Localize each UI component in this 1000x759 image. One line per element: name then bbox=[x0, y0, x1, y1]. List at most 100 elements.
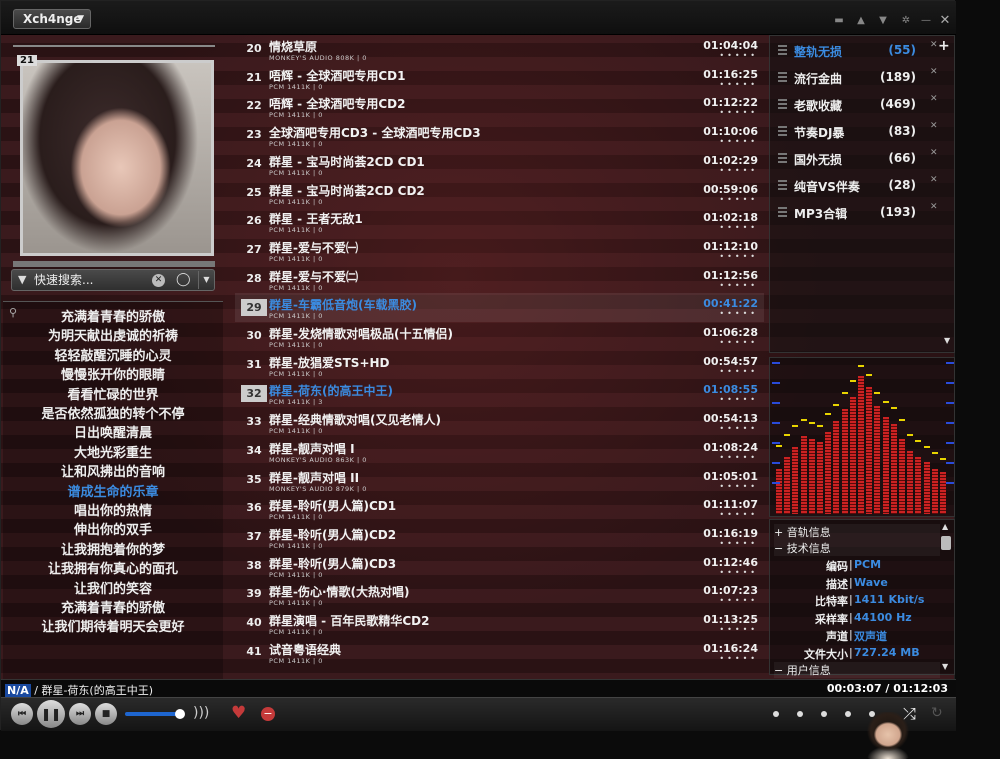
track-rating[interactable]: ••••• bbox=[719, 654, 758, 663]
table-row[interactable]: 26 群星 - 王者无敌1 PCM 1411K | 0 01:02:18 ••••• bbox=[235, 207, 764, 236]
stop-icon[interactable]: ■ bbox=[95, 703, 117, 725]
clear-icon[interactable]: ✕ bbox=[152, 274, 165, 287]
chevron-down-icon[interactable]: ▼ bbox=[944, 336, 950, 345]
table-row[interactable]: 41 试音粤语经典 PCM 1411K | 0 01:16:24 ••••• bbox=[235, 638, 764, 667]
drag-handle-icon[interactable] bbox=[778, 99, 787, 109]
track-info-header[interactable]: + 音轨信息 bbox=[774, 524, 940, 540]
table-row[interactable]: 40 群星演唱 - 百年民歌精华CD2 PCM 1411K | 0 01:13:25 •… bbox=[235, 609, 764, 638]
arrow-up-icon[interactable]: ▲ bbox=[853, 13, 869, 29]
minimize-icon[interactable]: — bbox=[918, 13, 934, 29]
volume-icon[interactable]: ))) bbox=[193, 705, 209, 721]
table-row[interactable]: 29 群星-车霸低音炮(车载黑胶) PCM 1411K | 0 00:41:22 •••… bbox=[235, 293, 764, 323]
track-rating[interactable]: ••••• bbox=[719, 568, 758, 577]
arrow-down-icon[interactable]: ▼ bbox=[875, 13, 891, 29]
table-row[interactable]: 20 情烧草原 MONKEY'S AUDIO 808K | 0 01:04:04 •••… bbox=[235, 35, 764, 64]
track-rating[interactable]: ••••• bbox=[719, 539, 758, 548]
pause-icon[interactable]: ❚❚ bbox=[37, 700, 65, 728]
close-icon[interactable]: ✕ bbox=[930, 148, 938, 158]
close-icon[interactable]: ✕ bbox=[930, 121, 938, 131]
group-item[interactable]: 国外无损 (66) ✕ bbox=[774, 148, 938, 170]
table-row[interactable]: 23 全球酒吧专用CD3 - 全球酒吧专用CD3 PCM 1411K | 0 01:1… bbox=[235, 121, 764, 150]
track-rating[interactable]: ••••• bbox=[719, 108, 758, 117]
album-cover-image[interactable] bbox=[20, 60, 214, 256]
page-dot[interactable] bbox=[797, 711, 803, 717]
close-icon[interactable]: ✕ bbox=[930, 40, 938, 50]
group-item[interactable]: MP3合辑 (193) ✕ bbox=[774, 202, 938, 224]
close-icon[interactable]: ✕ bbox=[930, 67, 938, 77]
track-rating[interactable]: ••••• bbox=[719, 223, 758, 232]
table-row[interactable]: 25 群星 - 宝马时尚荟2CD CD2 PCM 1411K | 0 00:59:06… bbox=[235, 179, 764, 208]
track-rating[interactable]: ••••• bbox=[719, 395, 758, 404]
track-rating[interactable]: ••••• bbox=[719, 195, 758, 204]
table-row[interactable]: 31 群星-放猖爱STS+HD PCM 1411K | 0 00:54:57 ••••• bbox=[235, 351, 764, 380]
previous-icon[interactable]: ⏮ bbox=[11, 703, 33, 725]
track-rating[interactable]: ••••• bbox=[719, 510, 758, 519]
track-rating[interactable]: ••••• bbox=[719, 309, 758, 318]
track-rating[interactable]: ••••• bbox=[719, 625, 758, 634]
add-icon[interactable]: + bbox=[938, 38, 950, 54]
track-rating[interactable]: ••••• bbox=[719, 51, 758, 60]
track-rating[interactable]: ••••• bbox=[719, 137, 758, 146]
track-rating[interactable]: ••••• bbox=[719, 482, 758, 491]
group-item[interactable]: 流行金曲 (189) ✕ bbox=[774, 67, 938, 89]
track-rating[interactable]: ••••• bbox=[719, 80, 758, 89]
repeat-icon[interactable]: ↻ bbox=[931, 705, 943, 721]
group-item[interactable]: 老歌收藏 (469) ✕ bbox=[774, 94, 938, 116]
close-icon[interactable]: ✕ bbox=[930, 94, 938, 104]
avatar[interactable] bbox=[866, 712, 910, 759]
chevron-up-icon[interactable]: ▲ bbox=[942, 522, 948, 531]
close-icon[interactable]: ✕ bbox=[937, 13, 953, 29]
group-item[interactable]: 纯音VS伴奏 (28) ✕ bbox=[774, 175, 938, 197]
drag-handle-icon[interactable] bbox=[778, 72, 787, 82]
drag-handle-icon[interactable] bbox=[778, 45, 787, 55]
track-rating[interactable]: ••••• bbox=[719, 281, 758, 290]
drag-handle-icon[interactable] bbox=[778, 180, 787, 190]
tech-info-header[interactable]: − 技术信息 bbox=[774, 540, 940, 556]
track-rating[interactable]: ••••• bbox=[719, 166, 758, 175]
group-item[interactable]: 整轨无损 (55) ✕ bbox=[774, 40, 938, 62]
track-rating[interactable]: ••••• bbox=[719, 453, 758, 462]
page-dot[interactable] bbox=[821, 711, 827, 717]
info-scrollbar[interactable]: ▲ ▼ bbox=[940, 522, 952, 672]
scrollbar-thumb[interactable] bbox=[941, 536, 951, 550]
table-row[interactable]: 32 群星-荷东(的高王中王) PCM 1411K | 3 01:08:55 ••••• bbox=[235, 379, 764, 408]
table-row[interactable]: 33 群星-经典情歌对唱(又见老情人) PCM 1411K | 0 00:54:13 •… bbox=[235, 408, 764, 437]
track-rating[interactable]: ••••• bbox=[719, 424, 758, 433]
table-row[interactable]: 30 群星-发烧情歌对唱极品(十五情侣) PCM 1411K | 0 01:06:28… bbox=[235, 322, 764, 351]
app-menu-button[interactable]: Xch4nge ▼ bbox=[13, 9, 91, 29]
table-row[interactable]: 34 群星-靓声对唱 I MONKEY'S AUDIO 863K | 0 01:08:… bbox=[235, 437, 764, 466]
close-icon[interactable]: ✕ bbox=[930, 175, 938, 185]
drag-handle-icon[interactable] bbox=[778, 153, 787, 163]
table-row[interactable]: 37 群星-聆听(男人篇)CD2 PCM 1411K | 0 01:16:19 ••••… bbox=[235, 523, 764, 552]
gear-icon[interactable]: ✲ bbox=[898, 13, 914, 29]
close-icon[interactable]: ✕ bbox=[930, 202, 938, 212]
track-rating[interactable]: ••••• bbox=[719, 367, 758, 376]
track-rating[interactable]: ••••• bbox=[719, 252, 758, 261]
filter-icon[interactable]: ▼ bbox=[18, 273, 26, 286]
table-row[interactable]: 27 群星-爱与不爱㈠ PCM 1411K | 0 01:12:10 ••••• bbox=[235, 236, 764, 265]
page-dot[interactable] bbox=[845, 711, 851, 717]
chevron-down-icon[interactable]: ▼ bbox=[942, 662, 948, 671]
track-rating[interactable]: ••••• bbox=[719, 596, 758, 605]
drag-handle-icon[interactable] bbox=[778, 126, 787, 136]
chevron-down-icon[interactable]: ▼ bbox=[198, 271, 214, 289]
table-row[interactable]: 21 唔辉 - 全球酒吧专用CD1 PCM 1411K | 0 01:16:25 •••… bbox=[235, 64, 764, 93]
group-item[interactable]: 节奏DJ暴 (83) ✕ bbox=[774, 121, 938, 143]
heart-icon[interactable]: ♥ bbox=[231, 703, 246, 723]
table-row[interactable]: 36 群星-聆听(男人篇)CD1 PCM 1411K | 0 01:11:07 ••••… bbox=[235, 494, 764, 523]
table-row[interactable]: 39 群星-伤心·情歌(大热对唱) PCM 1411K | 0 01:07:23 •••… bbox=[235, 580, 764, 609]
user-info-header[interactable]: − 用户信息 bbox=[774, 662, 940, 678]
page-dot[interactable] bbox=[773, 711, 779, 717]
track-rating[interactable]: ••••• bbox=[719, 338, 758, 347]
search-input[interactable] bbox=[34, 272, 154, 288]
table-row[interactable]: 22 唔辉 - 全球酒吧专用CD2 PCM 1411K | 0 01:12:22 •••… bbox=[235, 92, 764, 121]
table-row[interactable]: 35 群星-靓声对唱 II MONKEY'S AUDIO 879K | 0 01:05… bbox=[235, 466, 764, 495]
search-icon[interactable]: ◯ bbox=[176, 272, 191, 287]
mini-mode-icon[interactable]: ▬ bbox=[831, 13, 847, 29]
remove-icon[interactable]: − bbox=[261, 707, 275, 721]
table-row[interactable]: 28 群星-爱与不爱㈡ PCM 1411K | 0 01:12:56 ••••• bbox=[235, 265, 764, 294]
table-row[interactable]: 24 群星 - 宝马时尚荟2CD CD1 PCM 1411K | 0 01:02:29… bbox=[235, 150, 764, 179]
drag-handle-icon[interactable] bbox=[778, 207, 787, 217]
volume-knob[interactable] bbox=[175, 709, 185, 719]
table-row[interactable]: 38 群星-聆听(男人篇)CD3 PCM 1411K | 0 01:12:46 ••••… bbox=[235, 552, 764, 581]
